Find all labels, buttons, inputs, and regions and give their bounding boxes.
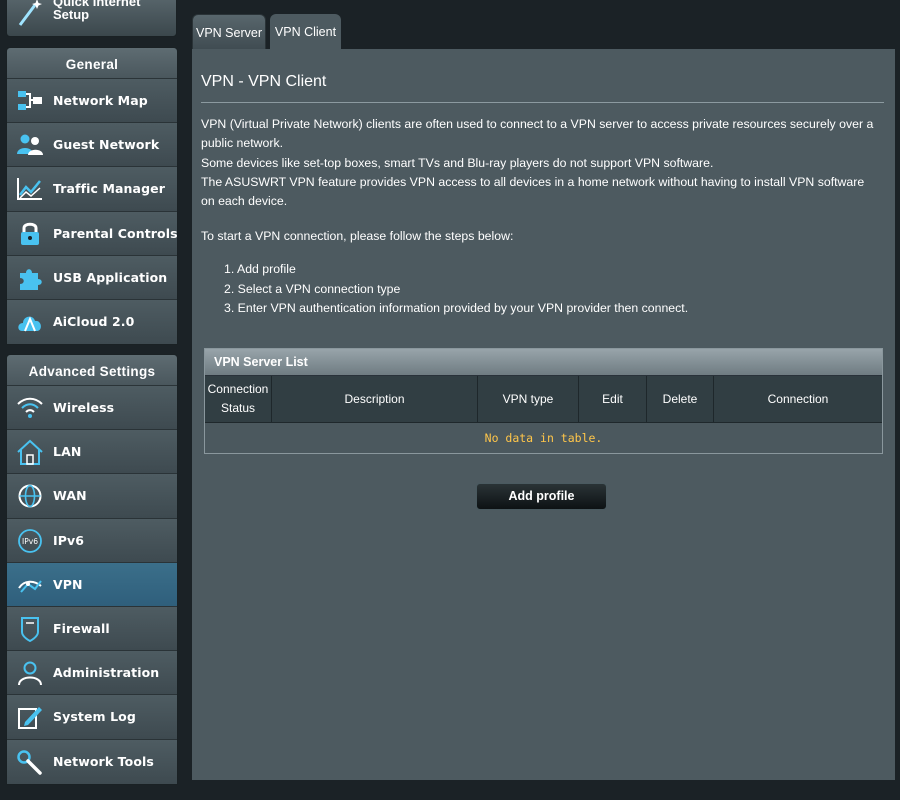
tab-vpn-server[interactable]: VPN Server [192,14,266,50]
wrench-icon [17,749,42,775]
menu-item-wan[interactable]: WAN [7,474,177,519]
menu-item-lan[interactable]: LAN [7,430,177,475]
vpn-server-list-table: VPN Server List Connection Status Descri… [204,348,883,454]
column-header-connection: Connection [767,391,829,406]
shield-icon [21,616,39,642]
column-header-vpn-type: VPN type [478,376,579,422]
vpn-icon [18,580,42,593]
column-header-delete: Delete [647,376,714,422]
menu-label: VPN [53,576,83,592]
guest-network-icon [17,134,43,156]
description: VPN (Virtual Private Network) clients ar… [201,115,881,211]
menu-item-guest-network[interactable]: Guest Network [7,123,177,168]
menu-label: Guest Network [53,137,160,153]
menu-item-network-map[interactable]: Network Map [7,79,177,124]
menu-item-ipv6[interactable]: IPv6 IPv6 [7,518,177,563]
puzzle-icon [20,269,42,290]
menu-item-vpn[interactable]: VPN [7,562,177,607]
menu-item-administration[interactable]: Administration [7,651,177,696]
user-icon [18,661,42,686]
table-title: VPN Server List [205,349,882,376]
menu-item-firewall[interactable]: Firewall [7,606,177,652]
advanced-settings-menu: Advanced Settings Wireless LAN WAN IPv6 [6,354,178,785]
menu-item-parental-controls[interactable]: Parental Controls [7,211,178,256]
title-divider [201,102,884,103]
steps-list: 1. Add profile 2. Select a VPN connectio… [224,260,688,319]
cloud-icon [18,316,41,332]
menu-item-traffic-manager[interactable]: Traffic Manager [7,167,177,212]
magic-wand-icon [18,0,42,26]
description-paragraph: VPN (Virtual Private Network) clients ar… [201,117,874,151]
menu-label: IPv6 [53,532,85,548]
quick-internet-setup-button[interactable]: Quick Internet Setup [6,0,177,37]
lock-icon [21,222,39,245]
general-header: General [7,48,177,79]
menu-label: WAN [53,488,87,504]
step-item: 1. Add profile [224,262,296,276]
home-icon [17,439,43,466]
tab-vpn-client[interactable]: VPN Client [270,14,341,50]
ipv6-icon-text: IPv6 [22,537,38,546]
menu-label: LAN [53,444,82,460]
menu-item-usb-application[interactable]: USB Application [7,255,177,300]
advanced-settings-header: Advanced Settings [7,355,177,386]
globe-icon [18,484,42,508]
menu-label: Administration [53,665,160,681]
page-title: VPN - VPN Client [201,73,327,90]
menu-label: USB Application [53,269,168,285]
network-map-icon [18,91,42,110]
column-header-description: Description [272,376,478,422]
menu-label: Network Tools [53,753,154,769]
description-paragraph: The ASUSWRT VPN feature provides VPN acc… [201,174,865,209]
steps-intro: To start a VPN connection, please follow… [201,229,514,243]
ipv6-globe-icon: IPv6 [18,528,42,553]
menu-label: Network Map [53,93,148,108]
menu-item-aicloud[interactable]: AiCloud 2.0 [7,299,177,345]
table-header-row: Connection Status Description VPN type E… [205,376,882,423]
column-header-connection-status: Connection Status [205,376,272,422]
empty-table-message: No data in table. [205,423,882,453]
menu-label: Parental Controls [53,225,178,241]
quick-setup-label: Quick Internet Setup [53,0,141,22]
menu-label: Traffic Manager [53,181,165,197]
menu-item-wireless[interactable]: Wireless [7,386,177,431]
step-item: 2. Select a VPN connection type [224,281,401,296]
menu-label: Wireless [53,400,115,415]
description-paragraph: Some devices like set-top boxes, smart T… [201,155,714,170]
edit-log-icon [18,707,42,730]
menu-item-network-tools[interactable]: Network Tools [7,739,177,784]
general-menu: General Network Map Guest Network Traffi… [6,47,178,346]
menu-label: System Log [53,709,136,725]
menu-label: AiCloud 2.0 [53,313,135,329]
add-profile-button[interactable]: Add profile [476,483,607,510]
wifi-icon [17,397,43,418]
main-panel: VPN - VPN Client VPN (Virtual Private Ne… [192,49,895,780]
column-header-edit: Edit [579,376,647,422]
step-item: 3. Enter VPN authentication information … [224,301,689,315]
menu-label: Firewall [53,620,110,636]
traffic-manager-icon [17,178,42,201]
menu-item-system-log[interactable]: System Log [7,695,177,740]
